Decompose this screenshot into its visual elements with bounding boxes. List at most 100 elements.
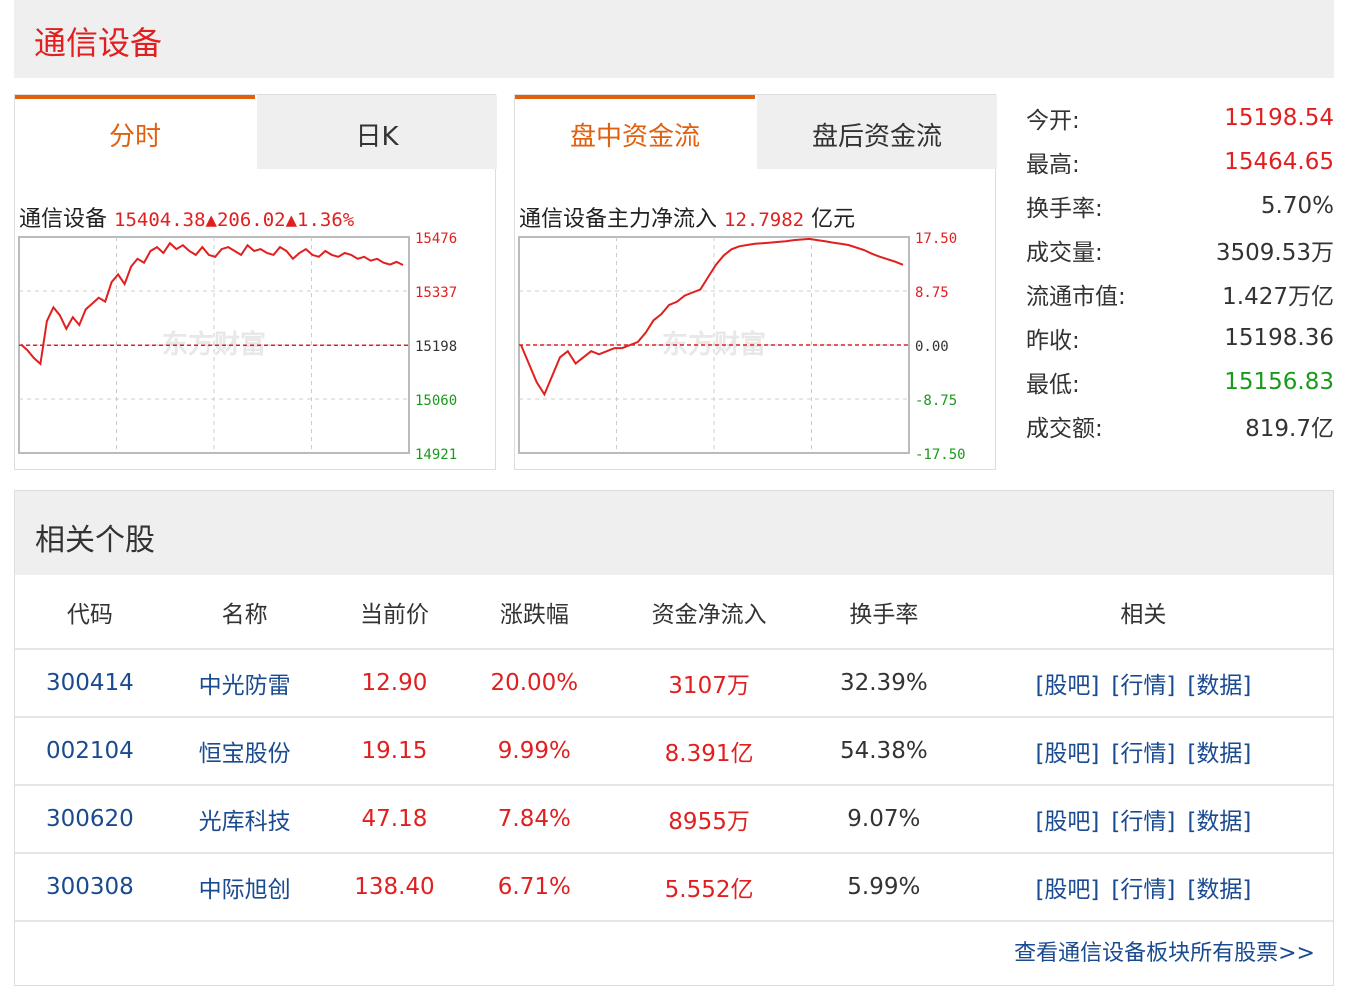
intraday-y-tick-label: 15337 xyxy=(415,285,457,301)
stat-row: 成交量: 3509.53万 xyxy=(1026,228,1334,272)
current-price: 12.90 xyxy=(324,649,465,718)
related-links: [股吧] [行情] [数据] xyxy=(953,853,1333,922)
related-links: [股吧] [行情] [数据] xyxy=(953,649,1333,718)
turnover-rate: 54.38% xyxy=(813,717,954,786)
stat-value: 819.7亿 xyxy=(1245,416,1334,442)
related-stocks-table: 代码 名称 当前价 涨跌幅 资金净流入 换手率 相关 300414 中光防雷 12.90 20.0… xyxy=(15,575,1333,922)
data-link[interactable]: [数据] xyxy=(1187,741,1251,767)
change-percent: 6.71% xyxy=(464,853,605,922)
view-all-stocks-link[interactable]: 查看通信设备板块所有股票>> xyxy=(1014,935,1315,967)
fund-flow-chart[interactable]: 东方财富17.508.750.00-8.75-17.50 xyxy=(515,225,997,465)
stat-row: 成交额: 819.7亿 xyxy=(1026,404,1334,448)
fund-flow-y-tick-label: 17.50 xyxy=(915,231,957,247)
intraday-chart[interactable]: 东方财富1547615337151981506014921 xyxy=(15,225,497,465)
forum-link[interactable]: [股吧] xyxy=(1035,673,1099,699)
stat-value: 1.427万亿 xyxy=(1222,284,1334,310)
stat-label: 最低: xyxy=(1026,372,1080,398)
stat-label: 流通市值: xyxy=(1026,284,1126,310)
table-row: 300620 光库科技 47.18 7.84% 8955万 9.07% [股吧] [行情] [数… xyxy=(15,785,1333,854)
page-title: 通信设备 xyxy=(34,24,163,62)
current-price: 138.40 xyxy=(324,853,465,922)
tab-intraday-fund-flow[interactable]: 盘中资金流 xyxy=(515,95,755,169)
title-bar: 通信设备 xyxy=(14,0,1334,78)
stat-label: 最高: xyxy=(1026,152,1080,178)
forum-link[interactable]: [股吧] xyxy=(1035,741,1099,767)
fund-flow-y-tick-label: 0.00 xyxy=(915,339,949,355)
turnover-rate: 5.99% xyxy=(813,853,954,922)
table-row: 002104 恒宝股份 19.15 9.99% 8.391亿 54.38% [股吧] [行情]… xyxy=(15,717,1333,786)
fund-flow-series-line xyxy=(520,237,904,397)
turnover-rate: 9.07% xyxy=(813,785,954,854)
stat-label: 昨收: xyxy=(1026,328,1080,354)
net-inflow: 8955万 xyxy=(604,785,814,854)
stat-value: 3509.53万 xyxy=(1215,240,1334,266)
stat-value: 5.70% xyxy=(1260,193,1334,219)
stat-label: 成交额: xyxy=(1026,416,1103,442)
stock-name[interactable]: 中光防雷 xyxy=(164,649,325,718)
stat-value: 15156.83 xyxy=(1224,369,1334,395)
related-links: [股吧] [行情] [数据] xyxy=(953,785,1333,854)
stat-row: 今开: 15198.54 xyxy=(1026,96,1334,140)
change-percent: 7.84% xyxy=(464,785,605,854)
intraday-y-tick-label: 15060 xyxy=(415,393,457,409)
turnover-rate: 32.39% xyxy=(813,649,954,718)
stock-name[interactable]: 中际旭创 xyxy=(164,853,325,922)
tab-intraday[interactable]: 分时 xyxy=(15,95,255,169)
quote-link[interactable]: [行情] xyxy=(1111,741,1175,767)
intraday-panel: 分时 日K 通信设备 15404.38▲206.02▲1.36% 东方财富 154… xyxy=(14,94,497,470)
tab-after-hours-fund-flow[interactable]: 盘后资金流 xyxy=(757,95,997,169)
quote-link[interactable]: [行情] xyxy=(1111,877,1175,903)
stock-code[interactable]: 300620 xyxy=(15,785,165,854)
column-header: 当前价 xyxy=(324,575,465,650)
related-links: [股吧] [行情] [数据] xyxy=(953,717,1333,786)
data-link[interactable]: [数据] xyxy=(1187,877,1251,903)
intraday-y-tick-label: 15476 xyxy=(415,231,457,247)
stock-code[interactable]: 002104 xyxy=(15,717,165,786)
forum-link[interactable]: [股吧] xyxy=(1035,809,1099,835)
stat-row: 昨收: 15198.36 xyxy=(1026,316,1334,360)
stat-row: 最低: 15156.83 xyxy=(1026,360,1334,404)
fund-flow-y-tick-label: -8.75 xyxy=(915,393,957,409)
stock-name[interactable]: 光库科技 xyxy=(164,785,325,854)
stat-row: 流通市值: 1.427万亿 xyxy=(1026,272,1334,316)
stat-label: 成交量: xyxy=(1026,240,1103,266)
column-header: 相关 xyxy=(953,575,1333,650)
current-price: 47.18 xyxy=(324,785,465,854)
column-header: 换手率 xyxy=(813,575,954,650)
stat-row: 换手率: 5.70% xyxy=(1026,184,1334,228)
related-stocks-section: 相关个股 代码 名称 当前价 涨跌幅 资金净流入 换手率 相关 300414 中光防雷 12.9… xyxy=(14,490,1334,986)
stat-value: 15464.65 xyxy=(1224,149,1334,175)
stat-value: 15198.36 xyxy=(1224,325,1334,351)
intraday-y-tick-label: 15198 xyxy=(415,339,457,355)
current-price: 19.15 xyxy=(324,717,465,786)
related-stocks-heading: 相关个股 xyxy=(35,523,155,558)
quote-link[interactable]: [行情] xyxy=(1111,673,1175,699)
net-inflow: 3107万 xyxy=(604,649,814,718)
stats-list: 今开: 15198.54 最高: 15464.65 换手率: 5.70% 成交量: 3509.… xyxy=(1026,96,1334,448)
quote-link[interactable]: [行情] xyxy=(1111,809,1175,835)
net-inflow: 8.391亿 xyxy=(604,717,814,786)
data-link[interactable]: [数据] xyxy=(1187,809,1251,835)
stock-code[interactable]: 300414 xyxy=(15,649,165,718)
table-row: 300308 中际旭创 138.40 6.71% 5.552亿 5.99% [股吧] [行情]… xyxy=(15,853,1333,922)
stock-name[interactable]: 恒宝股份 xyxy=(164,717,325,786)
data-link[interactable]: [数据] xyxy=(1187,673,1251,699)
change-percent: 20.00% xyxy=(464,649,605,718)
tab-daily-k[interactable]: 日K xyxy=(257,95,497,169)
table-header-row: 代码 名称 当前价 涨跌幅 资金净流入 换手率 相关 xyxy=(15,575,1333,650)
fund-flow-y-tick-label: -17.50 xyxy=(915,447,966,463)
fund-flow-panel: 盘中资金流 盘后资金流 通信设备主力净流入 12.7982 亿元 东方财富 17.… xyxy=(514,94,997,470)
table-row: 300414 中光防雷 12.90 20.00% 3107万 32.39% [股吧] [行情]… xyxy=(15,649,1333,718)
stat-value: 15198.54 xyxy=(1224,105,1334,131)
intraday-y-tick-label: 14921 xyxy=(415,447,457,463)
stat-label: 今开: xyxy=(1026,108,1080,134)
fund-flow-y-tick-label: 8.75 xyxy=(915,285,949,301)
related-stocks-header: 相关个股 xyxy=(15,491,1333,575)
column-header: 资金净流入 xyxy=(604,575,814,650)
stock-code[interactable]: 300308 xyxy=(15,853,165,922)
stat-label: 换手率: xyxy=(1026,196,1103,222)
change-percent: 9.99% xyxy=(464,717,605,786)
column-header: 代码 xyxy=(15,575,165,650)
forum-link[interactable]: [股吧] xyxy=(1035,877,1099,903)
stat-row: 最高: 15464.65 xyxy=(1026,140,1334,184)
